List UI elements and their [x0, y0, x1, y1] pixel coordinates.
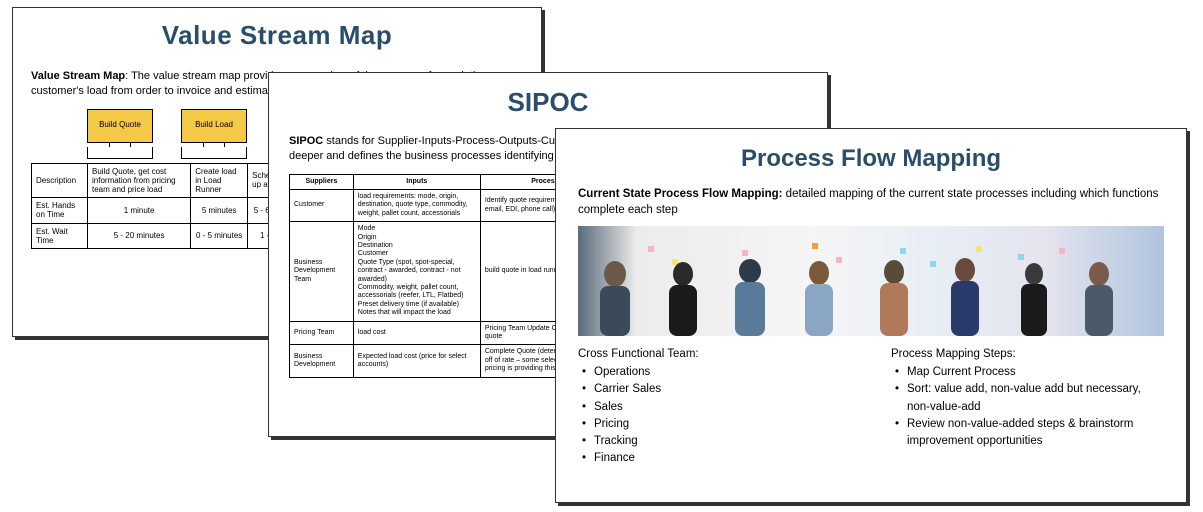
- cell: Create load in Load Runner: [191, 163, 248, 198]
- cell: load cost: [353, 321, 480, 345]
- slide3-intro: Current State Process Flow Mapping: deta…: [578, 187, 1164, 218]
- cell: 5 - 20 minutes: [88, 223, 191, 248]
- list-item: Operations: [580, 364, 851, 381]
- sticky-note-icon: [930, 261, 936, 267]
- cell: Customer: [290, 190, 354, 222]
- slide-process-flow-mapping: Process Flow Mapping Current State Proce…: [555, 128, 1187, 503]
- sticky-note-icon: [648, 246, 654, 252]
- person-icon: [725, 254, 775, 336]
- slide2-title: SIPOC: [289, 87, 807, 118]
- cell: 0 - 5 minutes: [191, 223, 248, 248]
- sticky-note-icon: [900, 248, 906, 254]
- person-icon: [1076, 258, 1122, 336]
- sticky-note-icon: [1059, 248, 1065, 254]
- cell: 5 minutes: [191, 198, 248, 223]
- right-column: Process Mapping Steps: Map Current Proce…: [891, 348, 1164, 468]
- col-header: Inputs: [353, 174, 480, 189]
- list-item: Carrier Sales: [580, 381, 851, 398]
- cell: Business Development: [290, 345, 354, 377]
- list-item: Pricing: [580, 416, 851, 433]
- cell: Build Quote, get cost information from p…: [88, 163, 191, 198]
- cell: Business Development Team: [290, 222, 354, 321]
- person-icon: [1012, 258, 1056, 336]
- connector: [181, 147, 247, 159]
- two-column-lists: Cross Functional Team: Operations Carrie…: [578, 348, 1164, 468]
- workshop-photo: [578, 226, 1164, 336]
- person-icon: [795, 256, 843, 336]
- list-item: Sort: value add, non-value add but neces…: [893, 381, 1164, 416]
- left-heading: Cross Functional Team:: [578, 348, 851, 360]
- vsm-box: Build Load: [181, 109, 247, 143]
- vsm-box: Build Quote: [87, 109, 153, 143]
- left-column: Cross Functional Team: Operations Carrie…: [578, 348, 851, 468]
- slide3-title: Process Flow Mapping: [578, 145, 1164, 173]
- slide3-intro-bold: Current State Process Flow Mapping:: [578, 188, 782, 200]
- row-label: Description: [32, 163, 88, 198]
- sticky-note-icon: [976, 246, 982, 252]
- row-label: Est. Hands on Time: [32, 198, 88, 223]
- slide2-intro-bold: SIPOC: [289, 135, 323, 147]
- connector: [87, 147, 153, 159]
- cell: Expected load cost (price for select acc…: [353, 345, 480, 377]
- person-icon: [941, 254, 989, 336]
- person-icon: [871, 256, 917, 336]
- sticky-note-icon: [812, 243, 818, 249]
- list-item: Map Current Process: [893, 364, 1164, 381]
- steps-list: Map Current Process Sort: value add, non…: [891, 364, 1164, 450]
- slide1-intro-bold: Value Stream Map: [31, 70, 125, 82]
- cell: Mode Origin Destination Customer Quote T…: [353, 222, 480, 321]
- cell: Pricing Team: [290, 321, 354, 345]
- slide1-title: Value Stream Map: [31, 20, 523, 51]
- col-header: Suppliers: [290, 174, 354, 189]
- cell: load requirements: mode, origin, destina…: [353, 190, 480, 222]
- person-icon: [590, 256, 640, 336]
- row-label: Est. Wait Time: [32, 223, 88, 248]
- list-item: Finance: [580, 450, 851, 467]
- list-item: Sales: [580, 399, 851, 416]
- cell: 1 minute: [88, 198, 191, 223]
- person-icon: [660, 258, 706, 336]
- list-item: Review non-value-added steps & brainstor…: [893, 416, 1164, 451]
- right-heading: Process Mapping Steps:: [891, 348, 1164, 360]
- team-list: Operations Carrier Sales Sales Pricing T…: [578, 364, 851, 468]
- list-item: Tracking: [580, 433, 851, 450]
